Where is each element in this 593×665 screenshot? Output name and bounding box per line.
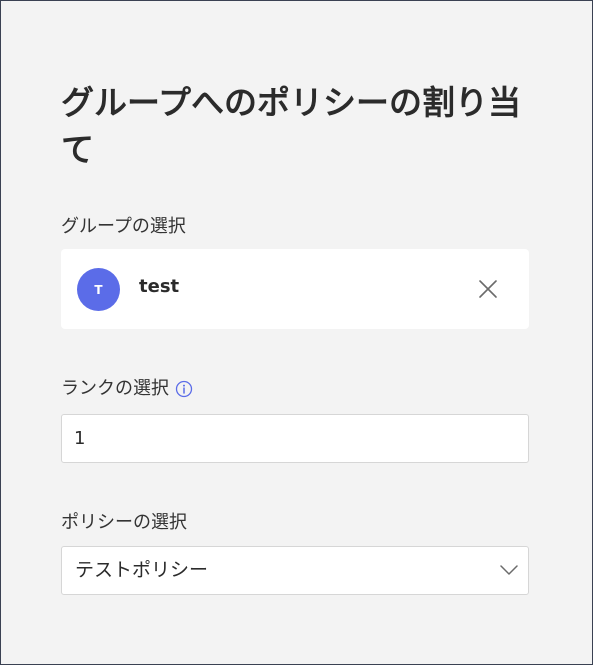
chevron-down-icon: [498, 559, 520, 581]
assign-policy-panel: グループへのポリシーの割り当て グループの選択 T test ランクの選択 ポリ…: [0, 0, 593, 665]
rank-input-wrapper: [61, 414, 529, 463]
rank-select-label-row: ランクの選択: [61, 377, 193, 401]
policy-dropdown[interactable]: テストポリシー: [61, 546, 529, 595]
group-name: test: [139, 276, 180, 297]
group-select-label: グループの選択: [61, 216, 186, 237]
avatar: T: [77, 268, 120, 311]
page-title: グループへのポリシーの割り当て: [61, 83, 522, 169]
remove-group-button[interactable]: [475, 276, 501, 302]
policy-select-label: ポリシーの選択: [61, 512, 187, 533]
rank-select-label: ランクの選択: [61, 378, 169, 399]
rank-input[interactable]: [62, 415, 528, 462]
close-icon: [479, 280, 497, 298]
info-icon[interactable]: [175, 380, 193, 398]
selected-group-card: T test: [61, 249, 529, 329]
policy-selected-value: テストポリシー: [75, 559, 209, 581]
